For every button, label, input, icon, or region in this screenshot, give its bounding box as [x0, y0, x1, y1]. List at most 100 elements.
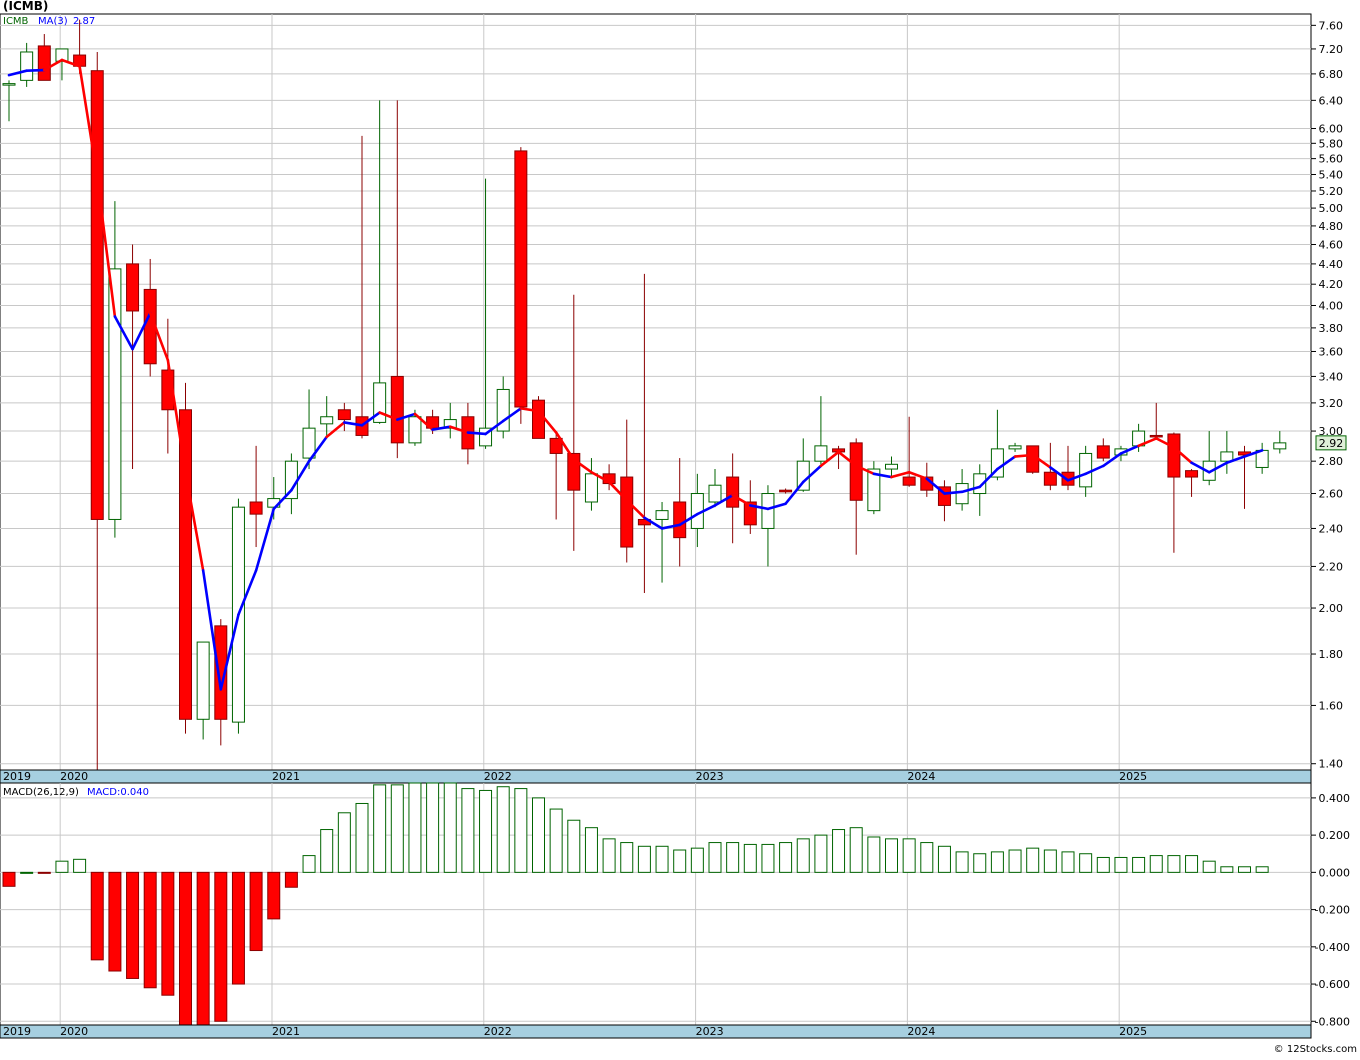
candle-body: [320, 416, 334, 425]
price-tick-label: 5.80: [1319, 137, 1344, 150]
price-tick-label: 2.40: [1319, 522, 1344, 535]
candle-body: [1079, 452, 1093, 488]
year-label: 2020: [60, 1025, 88, 1038]
price-legend: ICMB MA(3) 2.87: [3, 16, 95, 27]
ma3-segment: [943, 490, 964, 495]
macd-bar: [1167, 855, 1181, 873]
candle-body: [849, 442, 863, 501]
candle-body: [1043, 471, 1057, 486]
year-label: 2025: [1119, 770, 1147, 783]
macd-bar: [408, 782, 422, 873]
candle-body: [196, 641, 210, 720]
macd-bar: [584, 827, 598, 873]
macd-bar: [814, 834, 828, 873]
candle-body: [179, 409, 192, 720]
candle-body: [337, 409, 351, 421]
footer-credit: © 12Stocks.com: [1274, 1044, 1357, 1055]
price-tick-label: 2.60: [1319, 488, 1344, 501]
year-label: 2021: [272, 770, 300, 783]
candle-body: [249, 501, 263, 515]
year-label: 2023: [696, 1025, 724, 1038]
macd-bar: [443, 782, 457, 873]
macd-bar: [832, 829, 846, 873]
macd-bar: [761, 843, 775, 873]
macd-tick-label: -0.200: [1315, 904, 1350, 917]
last-price-label: 2.92: [1319, 437, 1344, 450]
macd-bar: [214, 871, 228, 1022]
macd-bar: [55, 860, 69, 873]
macd-bar: [673, 849, 687, 873]
price-axis: 7.60 7.20 6.80 6.40 6.005.80 5.60 5.40 5.20 5.00…: [1311, 19, 1347, 771]
ma3-segment: [25, 68, 46, 72]
price-tick-label: 6.00: [1319, 123, 1344, 136]
macd-bar: [602, 838, 616, 873]
price-tick-label: 2.20: [1319, 560, 1344, 573]
macd-bar: [743, 843, 757, 873]
legend-ma-label: MA(3): [38, 16, 68, 27]
year-label: 2022: [484, 770, 512, 783]
year-label: 2025: [1119, 1025, 1147, 1038]
macd-bar: [902, 838, 916, 873]
macd-bar: [620, 842, 634, 873]
year-label: 2019: [3, 770, 31, 783]
macd-bar: [1026, 847, 1040, 873]
candle-body: [779, 489, 793, 493]
price-tick-label: 5.00: [1319, 202, 1344, 215]
price-tick-label: 2.80: [1319, 455, 1344, 468]
macd-bar: [267, 871, 281, 920]
candle-body: [408, 416, 422, 444]
price-tick-label: 1.60: [1319, 699, 1344, 712]
stock-chart: (ICMB) 7.60 7.20 6.80 6.40 6.00 5.80 5.60 5.40 5…: [0, 0, 1360, 1056]
macd-bar: [73, 858, 87, 873]
price-tick-label: 7.20: [1319, 43, 1344, 56]
macd-tick-label: -0.800: [1315, 1015, 1350, 1028]
year-label: 2020: [60, 770, 88, 783]
price-tick-label: 5.20: [1319, 185, 1344, 198]
candle-body: [2, 83, 16, 86]
macd-tick-label: -0.600: [1315, 978, 1350, 991]
macd-bar: [867, 836, 881, 873]
candle-body: [1008, 445, 1022, 450]
macd-bar: [284, 871, 298, 888]
price-tick-label: 5.60: [1319, 153, 1344, 166]
price-tick-label: 1.40: [1319, 758, 1344, 771]
year-label: 2021: [272, 1025, 300, 1038]
macd-bar: [37, 871, 51, 874]
macd-bar: [143, 871, 157, 989]
candle-body: [620, 476, 634, 548]
macd-bar: [1255, 866, 1269, 873]
macd-bar: [708, 842, 722, 873]
price-tick-label: 4.60: [1319, 238, 1344, 251]
candle-body: [514, 150, 528, 408]
macd-bar: [249, 871, 263, 952]
macd-tick-label: -0.400: [1315, 941, 1350, 954]
price-tick-label: 1.80: [1319, 648, 1344, 661]
macd-bar: [549, 808, 563, 873]
macd-bar: [1061, 851, 1075, 873]
macd-bar: [1114, 856, 1128, 873]
price-tick-label: 5.40: [1319, 169, 1344, 182]
macd-bar: [426, 782, 440, 873]
macd-bar: [1079, 853, 1093, 873]
macd-bar: [161, 871, 175, 996]
price-tick-label: 4.80: [1319, 220, 1344, 233]
macd-legend: MACD(26,12,9) MACD:0.040: [3, 787, 149, 798]
macd-bar: [390, 784, 404, 873]
candle-body: [390, 375, 404, 444]
ma3-segment: [1013, 453, 1034, 458]
macd-bar: [2, 871, 16, 887]
macd-bar: [690, 847, 704, 873]
macd-bar: [990, 851, 1004, 873]
year-label: 2022: [484, 1025, 512, 1038]
macd-bar: [1132, 856, 1146, 873]
macd-bar: [1220, 866, 1234, 873]
year-label: 2024: [907, 770, 935, 783]
macd-bar: [337, 812, 351, 873]
macd-bar: [108, 871, 122, 972]
macd-bar: [637, 845, 651, 873]
candle-body: [1149, 434, 1163, 438]
macd-bar: [849, 827, 863, 873]
price-tick-label: 6.40: [1319, 94, 1344, 107]
candle-body: [1167, 433, 1181, 478]
price-tick-label: 3.20: [1319, 397, 1344, 410]
